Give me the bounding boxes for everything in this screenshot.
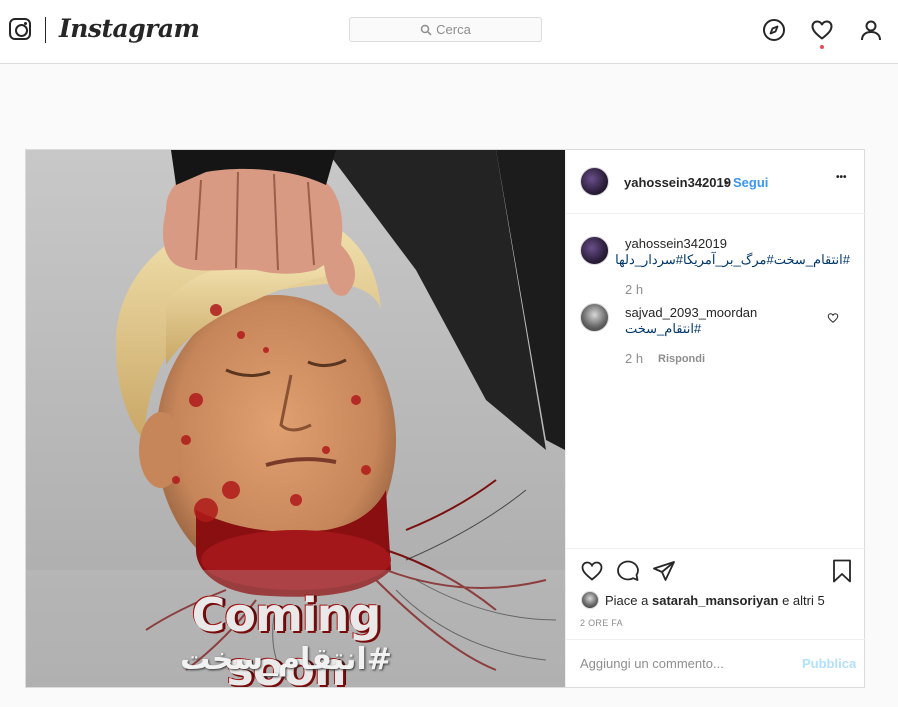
- add-comment-input[interactable]: Aggiungi un commento...: [580, 656, 724, 671]
- comment-time[interactable]: 2 h: [625, 351, 643, 366]
- publish-button[interactable]: Pubblica: [802, 656, 856, 671]
- comment-avatar[interactable]: [580, 303, 609, 332]
- reply-button[interactable]: Rispondi: [658, 353, 705, 365]
- post-header: yahossein342019 • Segui •••: [566, 150, 866, 214]
- author-avatar[interactable]: [580, 167, 609, 196]
- comment-icon[interactable]: [616, 559, 640, 583]
- post-image[interactable]: Coming soon #انتقام_سخت: [26, 150, 565, 687]
- post-sidebar: yahossein342019 • Segui ••• yahossein342…: [565, 150, 866, 687]
- notification-dot: [820, 45, 824, 49]
- caption-username[interactable]: yahossein342019: [625, 236, 727, 251]
- caption-text[interactable]: #انتقام_سخت#مرگ_بر_آمریکا#سردار_دلها: [615, 252, 850, 268]
- like-icon[interactable]: [580, 559, 604, 583]
- post-card: Coming soon #انتقام_سخت yahossein342019 …: [25, 149, 866, 688]
- comment-like-icon[interactable]: [827, 312, 839, 324]
- post-timestamp[interactable]: 2 ORE FA: [580, 618, 623, 628]
- instagram-wordmark[interactable]: Instagram: [59, 14, 200, 43]
- caption-avatar[interactable]: [580, 236, 609, 265]
- instagram-glyph-icon[interactable]: [9, 18, 31, 40]
- logo-divider: [45, 17, 46, 43]
- heart-icon[interactable]: [810, 18, 834, 42]
- search-placeholder: Cerca: [436, 22, 471, 37]
- add-comment-divider: [566, 639, 866, 640]
- profile-icon[interactable]: [859, 18, 883, 42]
- comment-username[interactable]: sajvad_2093_moordan: [625, 305, 757, 320]
- actions-divider: [566, 548, 866, 549]
- follow-button[interactable]: Segui: [733, 175, 768, 190]
- top-navigation-bar: Instagram Cerca: [0, 0, 898, 64]
- likes-prefix: Piace a: [605, 593, 649, 608]
- share-icon[interactable]: [652, 559, 676, 583]
- compass-icon[interactable]: [762, 18, 786, 42]
- likes-summary: Piace a satarah_mansoriyan e altri 5: [605, 593, 825, 608]
- search-icon: [420, 24, 432, 36]
- caption-time[interactable]: 2 h: [625, 282, 643, 297]
- search-input[interactable]: Cerca: [349, 17, 542, 42]
- liker-avatar[interactable]: [581, 591, 599, 609]
- header-separator: •: [724, 175, 729, 190]
- more-options-icon[interactable]: •••: [836, 172, 847, 183]
- likes-user-link[interactable]: satarah_mansoriyan: [652, 593, 778, 608]
- image-hashtag: #انتقام_سخت: [180, 642, 392, 677]
- comment-text[interactable]: #انتقام_سخت: [625, 321, 701, 337]
- author-username[interactable]: yahossein342019: [624, 175, 731, 190]
- likes-suffix[interactable]: e altri 5: [782, 593, 825, 608]
- bookmark-icon[interactable]: [832, 559, 852, 583]
